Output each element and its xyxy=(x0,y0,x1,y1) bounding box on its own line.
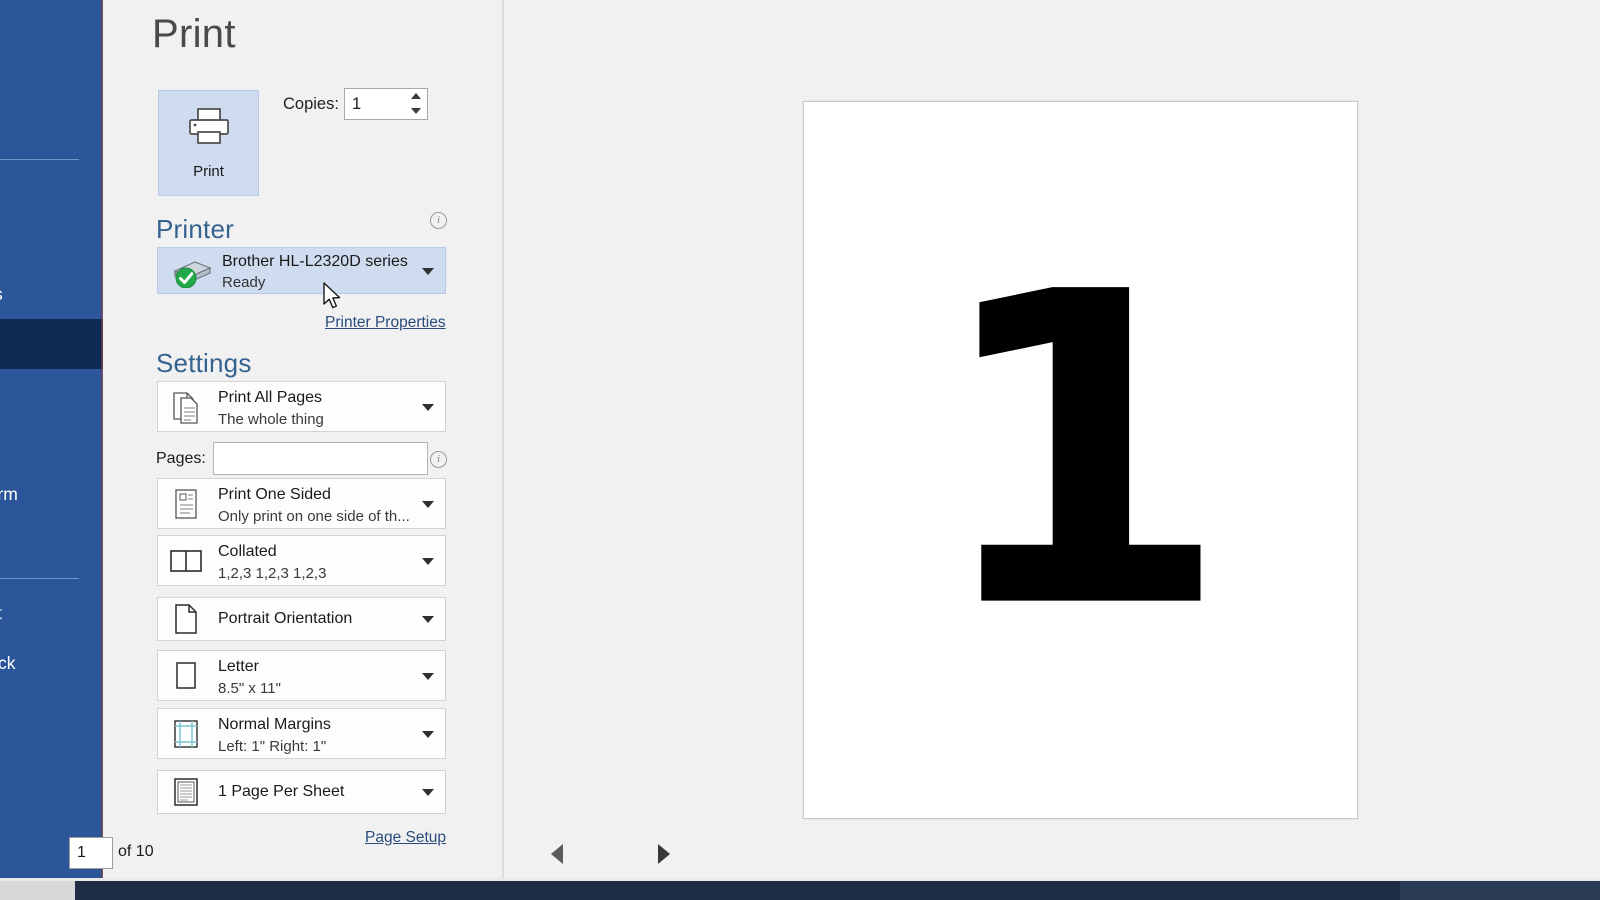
sidebar-separator xyxy=(0,578,79,579)
chevron-down-icon[interactable] xyxy=(422,616,434,623)
printer-dropdown-caret-icon[interactable] xyxy=(422,268,434,275)
copies-input[interactable] xyxy=(345,89,407,119)
chevron-down-icon[interactable] xyxy=(422,789,434,796)
pages-label: Pages: xyxy=(156,450,206,468)
printer-selector[interactable]: Brother HL-L2320D series Ready xyxy=(157,247,446,294)
copies-label: Copies: xyxy=(283,95,339,114)
setting-row-paper-size[interactable]: Letter 8.5" x 11" xyxy=(157,650,446,701)
printer-icon xyxy=(186,106,232,151)
chevron-down-icon[interactable] xyxy=(422,404,434,411)
taskbar-left-chip xyxy=(0,881,75,900)
copies-stepper[interactable] xyxy=(344,88,428,120)
printer-status: Ready xyxy=(222,274,265,291)
sidebar-item-print[interactable]: Print xyxy=(0,319,103,369)
current-page-field[interactable] xyxy=(69,837,113,869)
sidebar-item-export[interactable]: Export xyxy=(0,419,103,469)
print-settings-pane: Print Print Copies: Printer i xyxy=(103,0,503,878)
sidebar-item-new[interactable]: New xyxy=(0,50,103,100)
setting-title: Print One Sided xyxy=(218,486,331,504)
sidebar-item-share[interactable]: Share xyxy=(0,369,103,419)
copies-spinner[interactable] xyxy=(408,91,424,119)
setting-row-collation[interactable]: Collated 1,2,3 1,2,3 1,2,3 xyxy=(157,535,446,586)
preview-status-bar: 54% xyxy=(504,832,1600,878)
setting-title: Normal Margins xyxy=(218,716,331,734)
print-button-label: Print xyxy=(193,163,224,180)
setting-title: Print All Pages xyxy=(218,389,322,407)
collated-icon xyxy=(168,543,204,579)
taskbar-tray xyxy=(1400,881,1600,900)
copies-decrement-arrow[interactable] xyxy=(411,108,421,114)
sidebar-item-label: Feedback xyxy=(0,653,16,674)
setting-title: Collated xyxy=(218,543,277,561)
previous-page-button[interactable] xyxy=(551,844,563,864)
printer-properties-link[interactable]: Printer Properties xyxy=(325,314,446,332)
sidebar-item-label: Account xyxy=(0,603,2,624)
setting-row-sides[interactable]: Print One Sided Only print on one side o… xyxy=(157,478,446,529)
sidebar-item-transform[interactable]: Transform xyxy=(0,469,103,519)
taskbar-strip xyxy=(75,881,1400,900)
sidebar-item-save-as[interactable]: Save As xyxy=(0,269,103,319)
setting-subtitle: 8.5" x 11" xyxy=(218,680,281,697)
print-button[interactable]: Print xyxy=(158,90,259,196)
page-title: Print xyxy=(152,12,236,57)
setting-title: Portrait Orientation xyxy=(218,610,352,628)
sidebar-item-save[interactable]: Save xyxy=(0,219,103,269)
chevron-down-icon[interactable] xyxy=(422,558,434,565)
sidebar-item-home[interactable]: Home xyxy=(0,0,103,50)
printer-device-icon xyxy=(169,256,215,293)
taskbar xyxy=(0,878,1600,900)
setting-title: 1 Page Per Sheet xyxy=(218,783,344,801)
backstage-sidebar: HomeNewOpen InfoSave Save As PrintShareExpo… xyxy=(0,0,103,878)
setting-row-margins[interactable]: Normal Margins Left: 1" Right: 1" xyxy=(157,708,446,759)
pages-field[interactable] xyxy=(213,442,428,475)
chevron-down-icon[interactable] xyxy=(422,731,434,738)
print-all-pages-icon xyxy=(168,389,204,425)
setting-row-pages-per-sheet[interactable]: 1 Page Per Sheet xyxy=(157,770,446,814)
sidebar-item-label: Transform xyxy=(0,484,18,505)
pages-input[interactable] xyxy=(214,443,427,474)
printer-section-heading: Printer xyxy=(156,214,234,245)
printer-info-icon[interactable]: i xyxy=(430,212,447,229)
print-backstage-window: HomeNewOpenInfoSaveSave AsPrintShareExpo… xyxy=(0,0,1600,900)
setting-subtitle: 1,2,3 1,2,3 1,2,3 xyxy=(218,565,326,582)
pages-info-icon[interactable]: i xyxy=(430,451,447,468)
copies-increment-arrow[interactable] xyxy=(411,93,421,99)
page-setup-link[interactable]: Page Setup xyxy=(365,829,446,847)
portrait-orientation-icon xyxy=(168,601,204,637)
setting-subtitle: Left: 1" Right: 1" xyxy=(218,738,326,755)
setting-subtitle: Only print on one side of th... xyxy=(218,508,410,525)
print-one-sided-icon xyxy=(168,486,204,522)
current-page-input[interactable] xyxy=(70,838,112,868)
chevron-down-icon[interactable] xyxy=(422,673,434,680)
sidebar-item-label: Save As xyxy=(0,284,3,305)
sidebar-item-options[interactable]: Options xyxy=(0,688,103,738)
setting-subtitle: The whole thing xyxy=(218,411,324,428)
printer-name: Brother HL-L2320D series xyxy=(222,253,408,271)
chevron-down-icon[interactable] xyxy=(422,501,434,508)
normal-margins-icon xyxy=(168,716,204,752)
paper-size-icon xyxy=(168,658,204,694)
preview-page-content: 1 xyxy=(804,286,1357,621)
sidebar-item-info[interactable]: Info xyxy=(0,169,103,219)
sidebar-separator xyxy=(0,159,79,160)
pages-per-sheet-icon xyxy=(168,774,204,810)
sidebar-item-open[interactable]: Open xyxy=(0,100,103,150)
next-page-button[interactable] xyxy=(658,844,670,864)
preview-page[interactable]: 1 xyxy=(803,101,1358,819)
print-preview-area: 1 xyxy=(504,0,1600,878)
page-count-label: of 10 xyxy=(118,843,154,861)
settings-section-heading: Settings xyxy=(156,348,252,379)
sidebar-item-close[interactable]: Close xyxy=(0,519,103,569)
setting-row-orientation[interactable]: Portrait Orientation xyxy=(157,597,446,641)
sidebar-item-list: HomeNewOpen InfoSave Save As PrintShareExpo… xyxy=(0,0,103,738)
sidebar-item-feedback[interactable]: Feedback xyxy=(0,638,103,688)
sidebar-item-account[interactable]: Account xyxy=(0,588,103,638)
setting-row-print-range[interactable]: Print All Pages The whole thing xyxy=(157,381,446,432)
setting-title: Letter xyxy=(218,658,259,676)
